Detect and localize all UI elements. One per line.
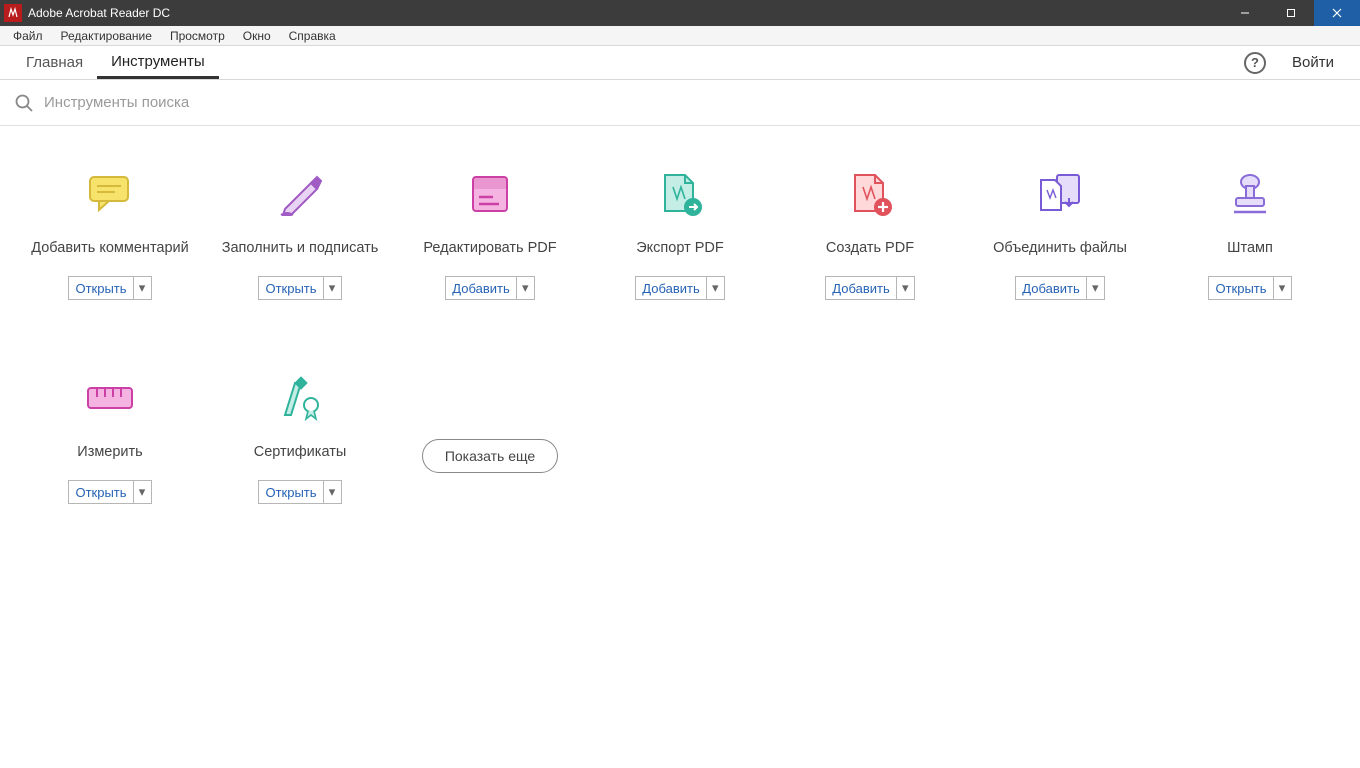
menu-edit[interactable]: Редактирование <box>52 27 161 45</box>
chevron-down-icon[interactable]: ▾ <box>516 277 534 299</box>
tool-label: Экспорт PDF <box>636 228 724 268</box>
tool-label: Штамп <box>1227 228 1273 268</box>
action-label: Добавить <box>826 277 895 299</box>
chevron-down-icon[interactable]: ▾ <box>323 277 341 299</box>
chevron-down-icon[interactable]: ▾ <box>323 481 341 503</box>
tool-action-button[interactable]: Открыть ▾ <box>1208 276 1291 300</box>
tool-stamp[interactable]: Штамп Открыть ▾ <box>1160 168 1340 300</box>
tool-create-pdf[interactable]: Создать PDF Добавить ▾ <box>780 168 960 300</box>
tool-label: Редактировать PDF <box>423 228 556 268</box>
tool-edit-pdf[interactable]: Редактировать PDF Добавить ▾ <box>400 168 580 300</box>
tool-action-button[interactable]: Добавить ▾ <box>1015 276 1104 300</box>
action-label: Открыть <box>259 481 322 503</box>
tools-area: Добавить комментарий Открыть ▾ Заполнить… <box>0 126 1360 504</box>
tool-action-button[interactable]: Открыть ▾ <box>258 480 341 504</box>
action-label: Добавить <box>636 277 705 299</box>
tool-label: Сертификаты <box>254 432 347 472</box>
tool-action-button[interactable]: Добавить ▾ <box>825 276 914 300</box>
tabrow: Главная Инструменты ? Войти <box>0 46 1360 80</box>
minimize-button[interactable] <box>1222 0 1268 26</box>
action-label: Открыть <box>69 277 132 299</box>
tab-tools[interactable]: Инструменты <box>97 46 219 79</box>
create-pdf-icon <box>844 168 896 220</box>
show-more-button[interactable]: Показать еще <box>422 439 558 473</box>
chevron-down-icon[interactable]: ▾ <box>896 277 914 299</box>
tool-label: Создать PDF <box>826 228 914 268</box>
tab-home[interactable]: Главная <box>12 46 97 79</box>
help-icon[interactable]: ? <box>1244 52 1266 74</box>
show-more-wrap: Показать еще <box>400 372 580 504</box>
search-icon <box>14 93 34 113</box>
tool-fill-sign[interactable]: Заполнить и подписать Открыть ▾ <box>210 168 390 300</box>
chevron-down-icon[interactable]: ▾ <box>133 481 151 503</box>
tool-label: Добавить комментарий <box>31 228 189 268</box>
tool-measure[interactable]: Измерить Открыть ▾ <box>20 372 200 504</box>
menu-window[interactable]: Окно <box>234 27 280 45</box>
action-label: Открыть <box>69 481 132 503</box>
tool-action-button[interactable]: Открыть ▾ <box>68 480 151 504</box>
tool-action-button[interactable]: Добавить ▾ <box>635 276 724 300</box>
certificate-icon <box>274 372 326 424</box>
tool-certificates[interactable]: Сертификаты Открыть ▾ <box>210 372 390 504</box>
search-row <box>0 80 1360 126</box>
menubar: Файл Редактирование Просмотр Окно Справк… <box>0 26 1360 46</box>
close-button[interactable] <box>1314 0 1360 26</box>
tool-action-button[interactable]: Открыть ▾ <box>258 276 341 300</box>
comment-icon <box>84 168 136 220</box>
ruler-icon <box>84 372 136 424</box>
signin-button[interactable]: Войти <box>1286 46 1340 79</box>
chevron-down-icon[interactable]: ▾ <box>133 277 151 299</box>
action-label: Добавить <box>1016 277 1085 299</box>
edit-pdf-icon <box>464 168 516 220</box>
tool-combine-files[interactable]: Объединить файлы Добавить ▾ <box>970 168 1150 300</box>
maximize-button[interactable] <box>1268 0 1314 26</box>
tool-comment[interactable]: Добавить комментарий Открыть ▾ <box>20 168 200 300</box>
chevron-down-icon[interactable]: ▾ <box>1086 277 1104 299</box>
action-label: Добавить <box>446 277 515 299</box>
tool-label: Объединить файлы <box>993 228 1127 268</box>
titlebar: Adobe Acrobat Reader DC <box>0 0 1360 26</box>
search-input[interactable] <box>44 94 444 111</box>
chevron-down-icon[interactable]: ▾ <box>1273 277 1291 299</box>
app-icon <box>4 4 22 22</box>
action-label: Открыть <box>259 277 322 299</box>
export-pdf-icon <box>654 168 706 220</box>
combine-files-icon <box>1034 168 1086 220</box>
chevron-down-icon[interactable]: ▾ <box>706 277 724 299</box>
stamp-icon <box>1224 168 1276 220</box>
action-label: Открыть <box>1209 277 1272 299</box>
tool-label: Заполнить и подписать <box>222 228 379 268</box>
window-title: Adobe Acrobat Reader DC <box>28 6 170 20</box>
menu-help[interactable]: Справка <box>280 27 345 45</box>
pen-icon <box>274 168 326 220</box>
menu-view[interactable]: Просмотр <box>161 27 234 45</box>
menu-file[interactable]: Файл <box>4 27 52 45</box>
tool-label: Измерить <box>77 432 142 472</box>
tool-export-pdf[interactable]: Экспорт PDF Добавить ▾ <box>590 168 770 300</box>
tool-action-button[interactable]: Добавить ▾ <box>445 276 534 300</box>
tool-action-button[interactable]: Открыть ▾ <box>68 276 151 300</box>
